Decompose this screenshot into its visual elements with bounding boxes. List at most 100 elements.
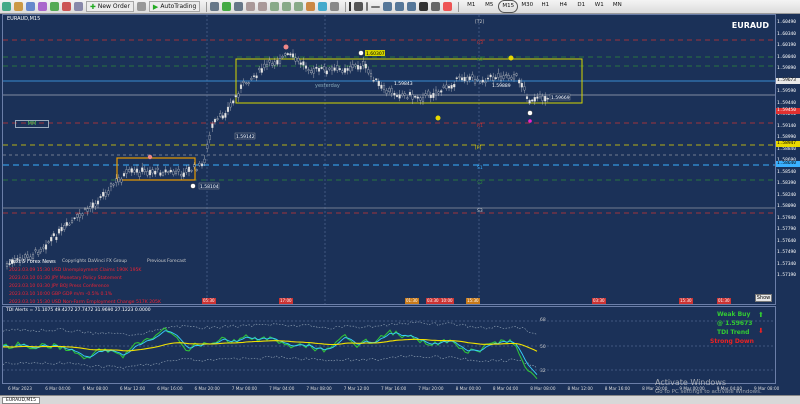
signal-marker (283, 44, 289, 50)
event-marker[interactable]: 01:30 (405, 298, 419, 304)
tile-windows-icon[interactable] (270, 2, 280, 11)
event-marker[interactable]: 15:30 (466, 298, 480, 304)
candle-body (419, 97, 422, 101)
candle-body (437, 91, 440, 94)
candle-body (481, 79, 484, 83)
level-tag: 1.60307 (366, 51, 385, 57)
candle-body (39, 248, 42, 253)
tdi-trend-label: TDI Trend (717, 329, 750, 336)
timeframe-w1[interactable]: W1 (590, 0, 608, 13)
event-marker[interactable]: 17:00 (279, 298, 293, 304)
candle-body (385, 90, 388, 94)
event-marker[interactable]: 01:30 (717, 298, 731, 304)
timeframe-d1[interactable]: D1 (572, 0, 590, 13)
candle-body (372, 80, 375, 82)
channel-icon[interactable] (395, 2, 405, 11)
zoom-out-icon[interactable] (258, 2, 268, 11)
price-tick-label: 1.60190 (777, 43, 796, 48)
s1-price-label: 1.58640 (776, 161, 800, 167)
timeframe-m15[interactable]: M15 (498, 0, 519, 13)
price-tick-label: 1.60490 (777, 20, 796, 25)
candle-body (151, 169, 154, 174)
autotrading-button[interactable]: ▶ AutoTrading (148, 1, 201, 12)
timeframe-m1[interactable]: M1 (462, 0, 480, 13)
strategy-tester-icon[interactable] (74, 2, 83, 11)
timeframe-bar: M1 M5 M15 M30 H1 H4 D1 W1 MN (462, 0, 626, 13)
arrows-icon[interactable] (443, 2, 453, 11)
trendline-icon[interactable] (383, 2, 393, 11)
indicators-icon[interactable] (306, 2, 316, 11)
candle-body (341, 70, 344, 73)
candle-body (468, 76, 471, 80)
timeframe-h4[interactable]: H4 (554, 0, 572, 13)
signal-marker (147, 154, 153, 160)
navigator-icon[interactable] (50, 2, 59, 11)
candle-body (24, 254, 27, 259)
cursor-icon[interactable] (349, 2, 352, 11)
timeframe-m30[interactable]: M30 (518, 0, 536, 13)
line-chart-icon[interactable] (234, 2, 244, 11)
timeframe-h1[interactable]: H1 (536, 0, 554, 13)
event-marker[interactable]: 10:00 (440, 298, 454, 304)
chart-tab[interactable]: EURAUD,M15 (2, 397, 40, 404)
candle-body (489, 74, 492, 78)
crosshair-icon[interactable] (354, 2, 364, 11)
candlestick-icon[interactable] (222, 2, 232, 11)
new-order-button[interactable]: ✚ New Order (86, 1, 134, 12)
time-tick-label: 6 Mar 04:00 (45, 386, 71, 391)
new-chart-icon[interactable] (2, 2, 11, 11)
templates-icon[interactable] (330, 2, 340, 11)
text-icon[interactable] (419, 2, 429, 11)
horizontal-line-icon[interactable] (371, 5, 381, 8)
label-icon[interactable] (431, 2, 441, 11)
candle-body (200, 163, 204, 167)
event-marker[interactable]: 03:30 (592, 298, 606, 304)
candle-body (219, 113, 222, 117)
signal-marker (528, 119, 532, 123)
event-marker[interactable]: 15:30 (679, 298, 693, 304)
price-axis[interactable]: 1.604901.603401.601901.600401.598901.597… (776, 14, 800, 305)
weak-buy-label: Weak Buy (717, 311, 751, 318)
meta-editor-icon[interactable] (136, 2, 146, 11)
timeframe-mn[interactable]: MN (608, 0, 626, 13)
terminal-icon[interactable] (62, 2, 71, 11)
show-button[interactable]: Show (755, 294, 772, 302)
tdi-indicator-pane[interactable]: 68 50 32 TDI Alerts = 71.1075 49.4272 27… (2, 306, 776, 384)
candle-body (497, 73, 500, 78)
pivot-tag: [P] (475, 145, 481, 151)
price-tick-label: 1.57940 (777, 215, 796, 221)
event-marker[interactable]: 03:30 (426, 298, 440, 304)
candle-body (128, 169, 131, 172)
periods-icon[interactable] (318, 2, 328, 11)
candle-body (117, 177, 120, 183)
timeframe-m5[interactable]: M5 (480, 0, 498, 13)
chart-shift-icon[interactable] (294, 2, 304, 11)
pivot-price-label: 1.58947 (776, 141, 800, 147)
price-chart[interactable]: 1.59142 1.58104 1.60307 1.59843 1.59889 … (2, 14, 776, 305)
candle-body (239, 84, 243, 89)
time-tick-label: 6 Mar 08:00 (82, 386, 108, 391)
vertical-line-icon[interactable] (366, 2, 369, 11)
fibonacci-icon[interactable] (407, 2, 417, 11)
price-tick-label: 1.57640 (777, 238, 796, 244)
profiles-icon[interactable] (14, 2, 23, 11)
toolbar-separator (206, 1, 208, 12)
level-tag: 1.59142 (236, 134, 255, 140)
candle-body (42, 246, 45, 249)
autoscroll-icon[interactable] (282, 2, 292, 11)
data-window-icon[interactable] (38, 2, 47, 11)
candle-body (63, 225, 66, 230)
r1-price-label: 1.59450 (776, 108, 800, 114)
candle-body (289, 53, 292, 56)
candle-body (34, 249, 37, 252)
news-forecast-header: Forecast (167, 259, 187, 264)
toolbar-separator (345, 1, 347, 12)
candlestick-series (5, 49, 549, 270)
bar-chart-icon[interactable] (210, 2, 220, 11)
mm-button[interactable]: MM (15, 120, 49, 128)
zoom-in-icon[interactable] (246, 2, 256, 11)
candle-body (161, 172, 165, 176)
market-watch-icon[interactable] (26, 2, 35, 11)
candle-body (104, 192, 107, 197)
event-marker[interactable]: 05:30 (202, 298, 216, 304)
